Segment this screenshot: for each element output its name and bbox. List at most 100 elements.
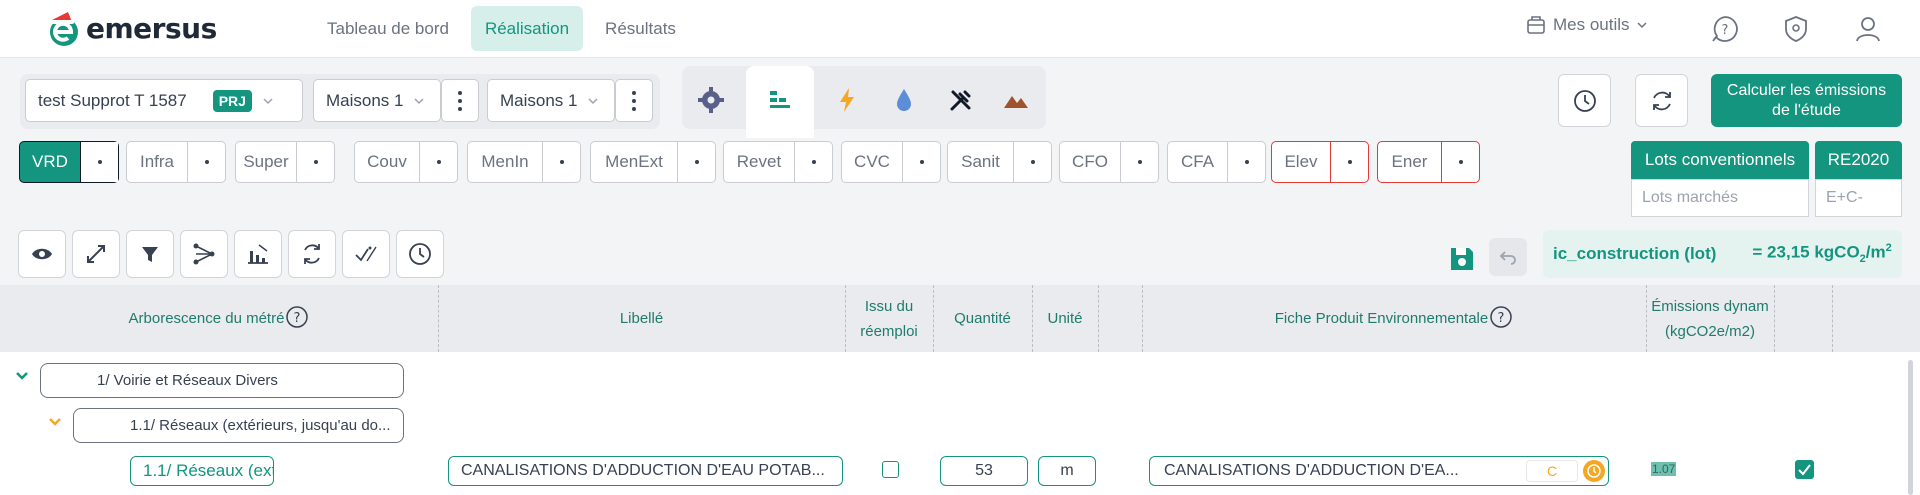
lot-label: MenExt: [605, 152, 663, 171]
calculate-emissions-button[interactable]: Calculer les émissions de l'étude: [1711, 74, 1902, 127]
eye-icon: [32, 248, 52, 260]
lot-label: Sanit: [961, 152, 1000, 171]
tools-menu[interactable]: Mes outils: [1525, 14, 1648, 36]
nav-resultats[interactable]: Résultats: [591, 6, 690, 51]
row-unit-select[interactable]: m: [1038, 456, 1096, 486]
module-tabs: [682, 66, 1046, 129]
row-fpe-value: CANALISATIONS D'ADDUCTION D'EA...: [1164, 462, 1459, 479]
filter-button[interactable]: [126, 230, 174, 278]
filter-icon: [142, 247, 158, 262]
lot-super[interactable]: Super: [235, 141, 335, 183]
header-fpe-label: Fiche Produit Environnementale: [1274, 310, 1489, 327]
water-drop-icon[interactable]: [890, 86, 918, 114]
project-select[interactable]: test Supprot T 1587 PRJ: [25, 79, 303, 122]
bar-sort-icon: [248, 244, 268, 264]
main-nav: Tableau de bord Réalisation Résultats: [313, 6, 690, 51]
chevron-down-icon[interactable]: [14, 368, 30, 384]
undo-button[interactable]: [1489, 238, 1527, 276]
lot-cvc[interactable]: CVC: [841, 141, 941, 183]
column-divider: [1774, 285, 1775, 352]
building-select[interactable]: Maisons 1: [313, 79, 441, 122]
top-bar: emersus Tableau de bord Réalisation Résu…: [0, 0, 1920, 58]
lot-ener[interactable]: Ener: [1377, 141, 1480, 183]
lot-more-button[interactable]: [187, 142, 225, 182]
lot-cfa[interactable]: CFA: [1167, 141, 1266, 183]
logo[interactable]: emersus: [42, 6, 217, 50]
user-icon[interactable]: [1853, 14, 1883, 44]
lot-vrd[interactable]: VRD: [19, 141, 119, 183]
row-quantity-input[interactable]: 53: [940, 456, 1028, 486]
vertical-scrollbar[interactable]: [1908, 360, 1913, 495]
lot-infra[interactable]: Infra: [126, 141, 226, 183]
lot-more-button[interactable]: [677, 142, 715, 182]
tree-node-level2[interactable]: 1.1/ Réseaux (extérieurs, jusqu'au do...: [73, 408, 404, 443]
help-circle-icon[interactable]: ?: [285, 305, 309, 329]
lot-more-button[interactable]: [419, 142, 457, 182]
tree-node-level1[interactable]: 1/ Voirie et Réseaux Divers: [40, 363, 404, 398]
row-tree-label[interactable]: 1.1/ Réseaux (ext: [130, 456, 274, 486]
lot-couv[interactable]: Couv: [354, 141, 458, 183]
lot-more-button[interactable]: [1013, 142, 1051, 182]
header-reemploi-line1: Issu du: [864, 297, 914, 315]
lot-more-button[interactable]: [1120, 142, 1158, 182]
lot-more-button[interactable]: [80, 142, 118, 182]
reuse-check-button[interactable]: [342, 230, 390, 278]
svg-text:?: ?: [294, 311, 301, 326]
lot-more-button[interactable]: [902, 142, 940, 182]
lot-more-button[interactable]: [542, 142, 580, 182]
row-emission-value: 1.07: [1651, 462, 1677, 476]
lot-more-button[interactable]: [296, 142, 334, 182]
e-c-tab[interactable]: E+C-: [1815, 179, 1902, 217]
structure-tree-icon[interactable]: [766, 86, 794, 114]
lot-menext[interactable]: MenExt: [590, 141, 716, 183]
svg-text:?: ?: [1722, 23, 1729, 38]
lots-conventionnels-tab[interactable]: Lots conventionnels: [1631, 141, 1809, 179]
lot-menin[interactable]: MenIn: [467, 141, 581, 183]
lot-elev[interactable]: Elev: [1271, 141, 1369, 183]
expand-button[interactable]: [72, 230, 120, 278]
help-icon[interactable]: ?: [1710, 14, 1740, 44]
lot-more-button[interactable]: [794, 142, 832, 182]
clock-badge-icon[interactable]: [1582, 459, 1606, 483]
zone-more-button[interactable]: [615, 79, 653, 122]
history-button[interactable]: [1558, 74, 1611, 127]
building-more-button[interactable]: [441, 79, 479, 122]
tools-icon[interactable]: [947, 86, 975, 114]
chevron-down-icon[interactable]: [47, 414, 63, 430]
emersus-logo-icon: [44, 12, 78, 46]
nav-tableau-de-bord[interactable]: Tableau de bord: [313, 6, 463, 51]
row-fpe-select[interactable]: CANALISATIONS D'ADDUCTION D'EA... C: [1149, 456, 1609, 486]
nav-realisation[interactable]: Réalisation: [470, 6, 584, 51]
lots-marches-tab[interactable]: Lots marchés: [1631, 179, 1809, 217]
row-reemploi-checkbox[interactable]: [882, 461, 899, 478]
zone-select[interactable]: Maisons 1: [487, 79, 615, 122]
re2020-tab[interactable]: RE2020: [1815, 141, 1902, 179]
lot-label: Revet: [736, 152, 782, 171]
column-divider: [1098, 285, 1099, 352]
lot-label: CFO: [1072, 152, 1108, 171]
save-icon[interactable]: [1448, 245, 1476, 273]
shield-icon[interactable]: [1781, 14, 1811, 44]
lot-label: CVC: [854, 152, 890, 171]
row-libelle-input[interactable]: CANALISATIONS D'ADDUCTION D'EAU POTAB...: [448, 456, 843, 486]
toolbox-icon: [1527, 16, 1545, 34]
lot-label: Couv: [367, 152, 407, 171]
row-selected-checkbox[interactable]: [1795, 460, 1814, 479]
settings-gear-icon[interactable]: [697, 86, 725, 114]
lightning-icon[interactable]: [833, 86, 861, 114]
sync-button[interactable]: [288, 230, 336, 278]
lot-more-button[interactable]: [1441, 142, 1479, 182]
lot-sanit[interactable]: Sanit: [947, 141, 1052, 183]
refresh-button[interactable]: [1635, 74, 1688, 127]
history-toolbar-button[interactable]: [396, 230, 444, 278]
sort-chart-button[interactable]: [234, 230, 282, 278]
tree-branch-button[interactable]: [180, 230, 228, 278]
lot-cfo[interactable]: CFO: [1059, 141, 1159, 183]
lot-revet[interactable]: Revet: [723, 141, 833, 183]
lot-more-button[interactable]: [1227, 142, 1265, 182]
view-button[interactable]: [18, 230, 66, 278]
terrain-icon[interactable]: [1002, 86, 1030, 114]
check-percent-icon: [355, 246, 377, 262]
lot-more-button[interactable]: [1330, 142, 1368, 182]
help-circle-icon[interactable]: ?: [1489, 305, 1513, 329]
